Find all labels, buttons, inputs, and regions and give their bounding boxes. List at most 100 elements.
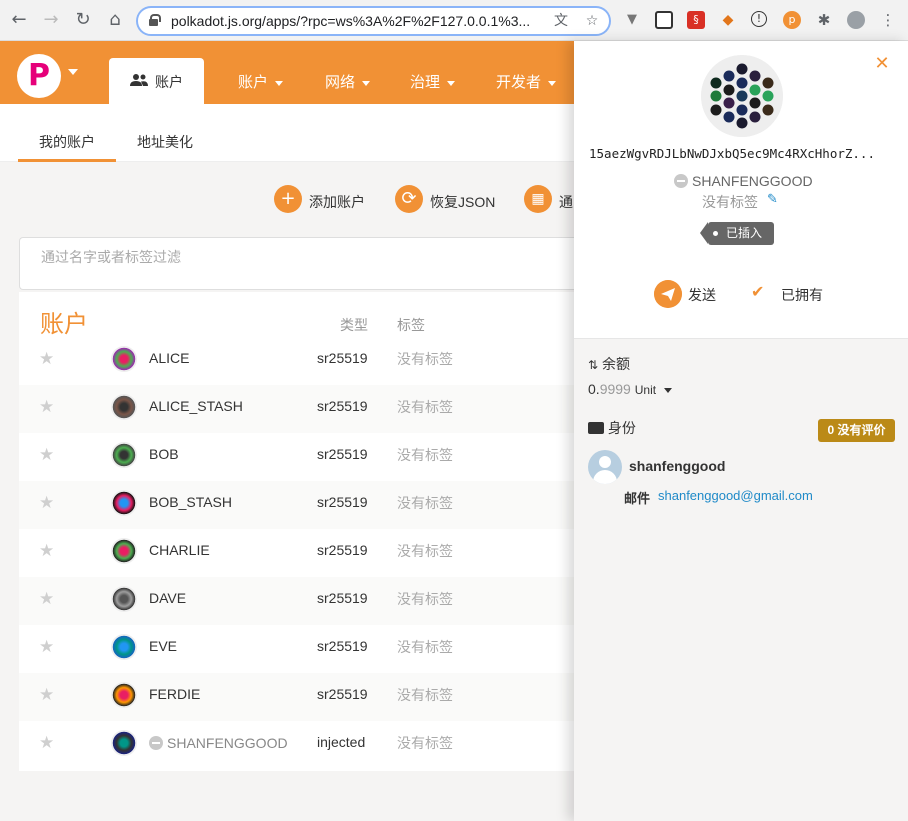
info-extension-icon[interactable]: ! — [751, 11, 767, 27]
table-row[interactable]: ★ BOB_STASH sr25519 没有标签 — [19, 481, 579, 529]
account-display-name: SHANFENGGOOD — [674, 172, 813, 189]
nav-network[interactable]: 网络 — [325, 71, 371, 92]
email-label: 邮件 — [624, 491, 651, 506]
account-address[interactable]: 15aezWgvRDJLbNwDJxbQ5ec9Mc4RXcHhorZ... — [589, 146, 894, 161]
account-tag: 没有标签 — [397, 351, 453, 367]
account-type: sr25519 — [317, 398, 368, 414]
users-icon — [130, 74, 148, 86]
id-card-icon — [588, 422, 604, 434]
account-name: FERDIE — [149, 686, 201, 702]
vue-extension-icon[interactable]: ▼ — [623, 11, 641, 29]
qrcode-icon: ▦ — [524, 185, 552, 213]
table-row[interactable]: ★ SHANFENGGOOD injected 没有标签 — [19, 721, 579, 769]
table-row[interactable]: ★ EVE sr25519 没有标签 — [19, 625, 579, 673]
address-bar[interactable]: polkadot.js.org/apps/?rpc=ws%3A%2F%2F127… — [137, 7, 610, 35]
star-icon[interactable]: ★ — [39, 493, 54, 513]
plus-icon: + — [274, 185, 302, 213]
account-name: DAVE — [149, 590, 187, 606]
chevron-down-icon[interactable] — [68, 69, 78, 75]
url-text: polkadot.js.org/apps/?rpc=ws%3A%2F%2F127… — [171, 13, 531, 29]
sync-icon: ⟳ — [395, 185, 423, 213]
chevron-down-icon[interactable] — [664, 387, 673, 393]
account-sidebar: ✕ 15aezWgvRDJLbNwDJxbQ5ec9Mc4RXcHhorZ...… — [574, 41, 908, 821]
polkadot-logo[interactable]: P — [17, 54, 61, 98]
account-type: sr25519 — [317, 446, 368, 462]
star-icon[interactable]: ★ — [39, 637, 54, 657]
identicon[interactable] — [111, 490, 137, 516]
account-type: injected — [317, 734, 366, 750]
account-tag: 没有标签 — [397, 399, 453, 415]
edit-icon[interactable]: ✎ — [767, 193, 781, 207]
metamask-icon[interactable]: ◆ — [719, 11, 737, 29]
polkadot-extension-icon[interactable]: p — [783, 11, 801, 29]
bookmark-star-icon[interactable]: ☆ — [584, 13, 600, 29]
profile-avatar-icon[interactable] — [847, 11, 865, 29]
account-name: BOB_STASH — [149, 494, 232, 510]
star-icon[interactable]: ★ — [39, 685, 54, 705]
account-name: ALICE_STASH — [149, 398, 243, 414]
identicon[interactable] — [111, 394, 137, 420]
reload-icon[interactable]: ↻ — [71, 8, 95, 32]
lock-icon — [149, 14, 161, 26]
account-tag: 没有标签 — [397, 495, 453, 511]
nav-accounts[interactable]: 账户 — [238, 71, 284, 92]
no-tags-label: 没有标签 — [702, 194, 758, 210]
star-icon[interactable]: ★ — [39, 397, 54, 417]
filter-input[interactable]: 通过名字或者标签过滤 — [19, 237, 579, 290]
active-tab-indicator — [18, 159, 116, 162]
account-type: sr25519 — [317, 350, 368, 366]
injected-badge: 已插入 — [700, 222, 774, 245]
avatar — [588, 450, 622, 484]
account-tag: 没有标签 — [397, 735, 453, 751]
qr-extension-icon[interactable] — [655, 11, 673, 29]
balance-value[interactable]: 0.9999 Unit — [588, 381, 673, 397]
table-row[interactable]: ★ BOB sr25519 没有标签 — [19, 433, 579, 481]
nav-tab-label: 账户 — [155, 74, 183, 90]
table-row[interactable]: ★ FERDIE sr25519 没有标签 — [19, 673, 579, 721]
identicon[interactable] — [111, 634, 137, 660]
account-tag: 没有标签 — [397, 591, 453, 607]
identicon[interactable] — [111, 586, 137, 612]
tab-my-accounts[interactable]: 我的账户 — [39, 132, 95, 152]
account-name: ALICE — [149, 350, 190, 366]
table-row[interactable]: ★ CHARLIE sr25519 没有标签 — [19, 529, 579, 577]
identicon[interactable] — [111, 346, 137, 372]
star-icon[interactable]: ★ — [39, 541, 54, 561]
home-icon[interactable]: ⌂ — [103, 8, 127, 32]
accounts-table: 账户 类型 标签 ★ ALICE sr25519 没有标签 ★ ALICE_ST… — [19, 292, 579, 771]
col-tags-header: 标签 — [397, 317, 425, 333]
forward-icon[interactable]: → — [39, 8, 63, 32]
star-icon[interactable]: ★ — [39, 733, 54, 753]
star-icon[interactable]: ★ — [39, 589, 54, 609]
browser-toolbar: ← → ↻ ⌂ polkadot.js.org/apps/?rpc=ws%3A%… — [0, 0, 908, 41]
star-icon[interactable]: ★ — [39, 349, 54, 369]
filter-placeholder: 通过名字或者标签过滤 — [41, 249, 181, 265]
account-tag: 没有标签 — [397, 639, 453, 655]
account-tag: 没有标签 — [397, 687, 453, 703]
translate-icon[interactable]: 文 — [553, 13, 569, 29]
identicon[interactable] — [111, 730, 137, 756]
nav-developer[interactable]: 开发者 — [496, 71, 557, 92]
more-menu-icon[interactable]: ⋮ — [879, 11, 897, 29]
close-icon[interactable]: ✕ — [871, 53, 893, 75]
account-type: sr25519 — [317, 638, 368, 654]
identicon[interactable] — [111, 682, 137, 708]
email-link[interactable]: shanfenggood@gmail.com — [658, 488, 813, 503]
table-row[interactable]: ★ ALICE sr25519 没有标签 — [19, 337, 579, 385]
table-row[interactable]: ★ DAVE sr25519 没有标签 — [19, 577, 579, 625]
identicon[interactable] — [111, 538, 137, 564]
table-row[interactable]: ★ ALICE_STASH sr25519 没有标签 — [19, 385, 579, 433]
sidebar-details — [574, 339, 908, 821]
nav-tab-accounts-active[interactable]: 账户 — [109, 58, 204, 104]
identicon-large[interactable] — [701, 55, 783, 137]
star-icon[interactable]: ★ — [39, 445, 54, 465]
nav-governance[interactable]: 治理 — [410, 71, 456, 92]
identicon[interactable] — [111, 442, 137, 468]
red-extension-icon[interactable]: § — [687, 11, 705, 29]
tab-vanity[interactable]: 地址美化 — [137, 132, 193, 152]
account-type: sr25519 — [317, 542, 368, 558]
extensions-puzzle-icon[interactable]: ✱ — [815, 11, 833, 29]
table-title: 账户 — [40, 311, 88, 338]
back-icon[interactable]: ← — [7, 8, 31, 32]
check-icon: ✔ — [751, 282, 765, 301]
